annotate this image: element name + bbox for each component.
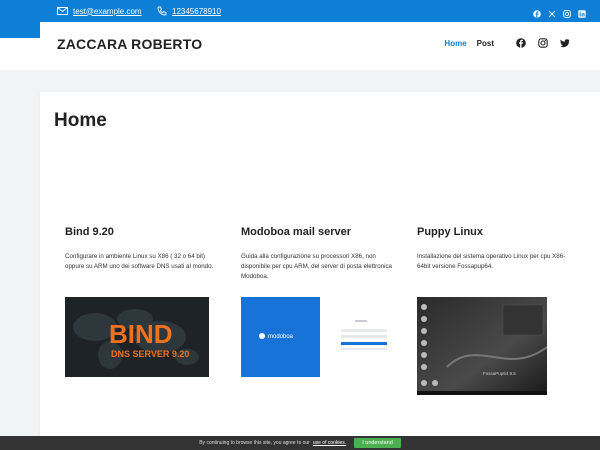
post-card-puppy: Puppy Linux Installazione del sistema op… [417,226,577,395]
instagram-icon[interactable] [563,5,571,18]
post-card-bind: Bind 9.20 Configurare in ambiente Linux … [65,226,225,377]
nav-home[interactable]: Home [444,39,466,48]
email-text: test@example.com [73,6,142,16]
card-excerpt: Guida alla configurazione su processori … [241,253,392,280]
main-nav: Home Post [444,38,570,48]
modoboa-logo: modoboa [268,334,294,340]
puppy-desktop-label: FossaPup64 9.5 [483,371,516,376]
bind-logo-text: BIND [109,319,173,349]
puppy-thumbnail[interactable]: FossaPup64 9.5 [417,297,547,395]
linkedin-icon[interactable] [578,5,586,18]
phone-contact[interactable]: 12345678910 [157,4,221,18]
site-title[interactable]: ZACCARA ROBERTO [57,36,202,52]
modoboa-thumbnail[interactable]: modoboa [241,297,391,377]
card-excerpt: Configurare in ambiente Linux su X86 ( 3… [65,253,214,270]
bind-subtitle: DNS SERVER 9.20 [111,349,189,359]
phone-text: 12345678910 [172,6,221,16]
facebook-icon[interactable] [516,38,526,48]
envelope-icon [57,7,68,15]
x-icon[interactable] [548,5,556,18]
cookie-text: By continuing to browse this site, you a… [199,440,310,446]
nav-post[interactable]: Post [477,39,494,48]
cookie-accept-button[interactable]: I understand [354,438,401,448]
facebook-icon[interactable] [533,5,541,18]
card-title[interactable]: Bind 9.20 [65,226,225,238]
site-header: ZACCARA ROBERTO Home Post [40,22,600,70]
topbar: test@example.com 12345678910 [0,0,600,22]
bind-thumbnail[interactable]: BIND DNS SERVER 9.20 [65,297,209,377]
cookie-policy-link[interactable]: use of cookies. [313,440,346,446]
card-title[interactable]: Puppy Linux [417,226,577,238]
card-title[interactable]: Modoboa mail server [241,226,401,238]
page-title: Home [54,110,107,131]
content-panel: Home Bind 9.20 Configurare in ambiente L… [40,92,600,450]
cookie-bar: By continuing to browse this site, you a… [0,436,600,450]
topbar-social-icons [533,5,586,18]
post-card-modoboa: Modoboa mail server Guida alla configura… [241,226,401,377]
email-contact[interactable]: test@example.com [57,4,142,18]
card-excerpt: Installazione del sistema operativo Linu… [417,253,566,270]
twitter-icon[interactable] [560,38,570,48]
phone-icon [157,6,167,16]
instagram-icon[interactable] [538,38,548,48]
